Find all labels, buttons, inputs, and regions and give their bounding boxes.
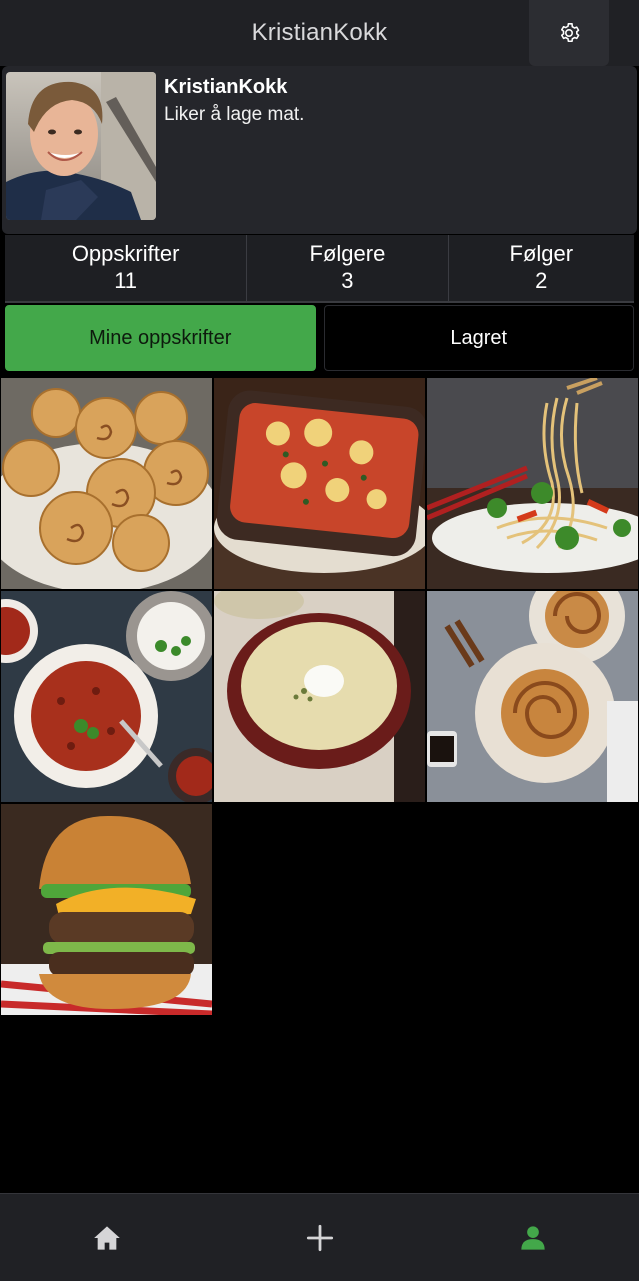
gear-icon [560, 23, 580, 43]
stat-recipes[interactable]: Oppskrifter 11 [5, 235, 246, 301]
recipe-card-cinnamon-rolls[interactable] [1, 378, 212, 589]
stat-label: Følgere [309, 241, 386, 266]
stat-value: 11 [114, 268, 138, 293]
profile-tabs: Mine oppskrifter Lagret [5, 305, 634, 371]
nav-profile[interactable] [473, 1203, 593, 1273]
bottom-nav [0, 1193, 639, 1281]
stat-following[interactable]: Følger 2 [447, 235, 634, 301]
stat-value: 2 [535, 268, 548, 293]
settings-button[interactable] [529, 0, 609, 66]
recipe-card-cinnamon-knots[interactable] [427, 591, 638, 802]
recipe-grid [1, 378, 638, 1015]
tab-my-recipes[interactable]: Mine oppskrifter [5, 305, 316, 371]
recipe-card-noodles[interactable] [427, 378, 638, 589]
top-bar: KristianKokk [0, 0, 639, 66]
page-title: KristianKokk [251, 19, 388, 46]
tab-saved[interactable]: Lagret [323, 305, 634, 371]
recipe-card-burger[interactable] [1, 804, 212, 1015]
recipe-card-lasagna[interactable] [214, 378, 425, 589]
home-icon [93, 1225, 120, 1250]
profile-card: KristianKokk Liker å lage mat. [2, 66, 637, 234]
profile-bio: Liker å lage mat. [164, 104, 305, 125]
avatar[interactable] [6, 72, 156, 220]
stat-followers[interactable]: Følgere 3 [246, 235, 447, 301]
nav-add-recipe[interactable] [260, 1203, 380, 1273]
stat-label: Følger [509, 241, 574, 266]
nav-home[interactable] [47, 1203, 167, 1273]
stat-label: Oppskrifter [71, 241, 180, 266]
profile-stats: Oppskrifter 11 Følgere 3 Følger 2 [5, 235, 634, 303]
profile-username: KristianKokk [164, 76, 288, 98]
user-icon [520, 1225, 545, 1250]
recipe-card-chili[interactable] [1, 591, 212, 802]
stat-value: 3 [341, 268, 354, 293]
recipe-card-soup[interactable] [214, 591, 425, 802]
plus-icon [306, 1224, 333, 1251]
